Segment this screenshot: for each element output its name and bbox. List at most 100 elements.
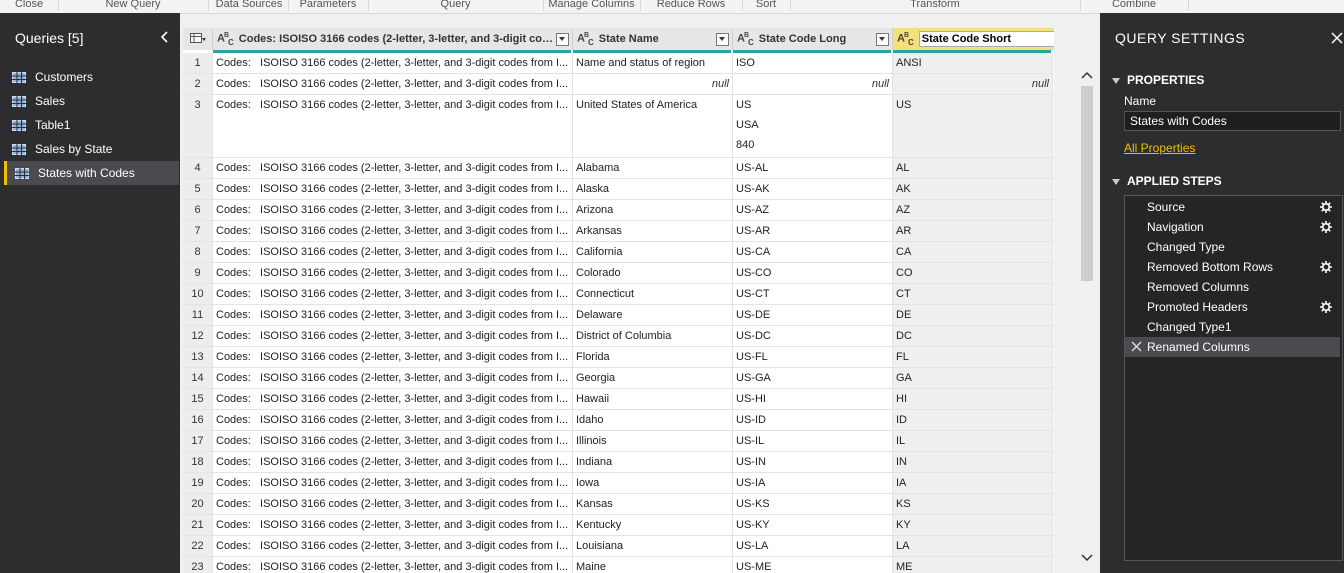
state-code-long-cell[interactable]: US-IL [733, 431, 893, 451]
state-code-long-cell[interactable]: US-DC [733, 326, 893, 346]
type-abc-icon[interactable]: ABC [577, 32, 594, 47]
state-code-long-cell[interactable]: US-DE [733, 305, 893, 325]
row-number-cell[interactable]: 4 [183, 158, 213, 178]
state-code-long-cell[interactable]: US-IN [733, 452, 893, 472]
codes-cell[interactable]: Codes: ISOISO 3166 codes (2-letter, 3-le… [213, 347, 573, 367]
state-code-long-cell[interactable]: US-GA [733, 368, 893, 388]
vertical-scrollbar[interactable] [1078, 66, 1096, 573]
state-code-short-cell[interactable]: AK [893, 179, 1053, 199]
codes-cell[interactable]: Codes: ISOISO 3166 codes (2-letter, 3-le… [213, 410, 573, 430]
state-code-short-cell[interactable]: ANSI [893, 53, 1053, 73]
scroll-down-icon[interactable] [1081, 553, 1093, 563]
state-code-long-cell[interactable]: US-AR [733, 221, 893, 241]
state-name-cell[interactable]: Illinois [573, 431, 733, 451]
codes-cell[interactable]: Codes: ISOISO 3166 codes (2-letter, 3-le… [213, 473, 573, 493]
applied-step[interactable]: Removed Bottom Rows [1125, 257, 1340, 277]
state-name-cell[interactable]: Idaho [573, 410, 733, 430]
applied-step[interactable]: Changed Type1 [1125, 317, 1340, 337]
row-number-cell[interactable]: 10 [183, 284, 213, 304]
state-name-cell[interactable]: Kentucky [573, 515, 733, 535]
codes-cell[interactable]: Codes: ISOISO 3166 codes (2-letter, 3-le… [213, 53, 573, 73]
codes-cell[interactable]: Codes: ISOISO 3166 codes (2-letter, 3-le… [213, 221, 573, 241]
state-code-short-cell[interactable]: LA [893, 536, 1053, 556]
type-abc-icon[interactable]: ABC [217, 32, 234, 47]
table-menu-icon[interactable] [189, 33, 206, 45]
row-number-cell[interactable]: 22 [183, 536, 213, 556]
scrollbar-thumb[interactable] [1081, 86, 1093, 281]
state-name-cell[interactable]: Colorado [573, 263, 733, 283]
state-name-cell[interactable]: Louisiana [573, 536, 733, 556]
state-code-short-cell[interactable]: FL [893, 347, 1053, 367]
column-filter-dropdown[interactable] [876, 32, 889, 46]
state-name-cell[interactable]: Iowa [573, 473, 733, 493]
state-code-long-cell[interactable]: US-CA [733, 242, 893, 262]
state-name-cell[interactable]: Florida [573, 347, 733, 367]
gear-icon[interactable] [1320, 261, 1332, 273]
query-item[interactable]: Sales by State [4, 137, 176, 161]
row-number-cell[interactable]: 14 [183, 368, 213, 388]
delete-step-icon[interactable] [1131, 341, 1142, 352]
state-code-long-cell[interactable]: US-FL [733, 347, 893, 367]
state-code-short-cell[interactable]: DC [893, 326, 1053, 346]
column-filter-dropdown[interactable] [556, 32, 569, 46]
state-code-long-cell[interactable]: US-IA [733, 473, 893, 493]
close-icon[interactable] [1330, 31, 1344, 45]
codes-cell[interactable]: Codes: ISOISO 3166 codes (2-letter, 3-le… [213, 452, 573, 472]
applied-step[interactable]: Promoted Headers [1125, 297, 1340, 317]
codes-cell[interactable]: Codes: ISOISO 3166 codes (2-letter, 3-le… [213, 389, 573, 409]
codes-cell[interactable]: Codes: ISOISO 3166 codes (2-letter, 3-le… [213, 515, 573, 535]
state-name-cell[interactable]: California [573, 242, 733, 262]
row-number-cell[interactable]: 6 [183, 200, 213, 220]
state-name-cell[interactable]: Kansas [573, 494, 733, 514]
state-code-long-cell[interactable]: US-ID [733, 410, 893, 430]
codes-cell[interactable]: Codes: ISOISO 3166 codes (2-letter, 3-le… [213, 263, 573, 283]
codes-cell[interactable]: Codes: ISOISO 3166 codes (2-letter, 3-le… [213, 494, 573, 514]
column-header[interactable]: ABC [893, 28, 1054, 50]
state-name-cell[interactable]: Name and status of region [573, 53, 733, 73]
column-filter-dropdown[interactable] [716, 32, 729, 46]
applied-steps-header[interactable]: APPLIED STEPS [1112, 174, 1222, 188]
row-number-cell[interactable]: 1 [183, 53, 213, 73]
gear-icon[interactable] [1320, 201, 1332, 213]
state-code-long-cell[interactable]: US-AL [733, 158, 893, 178]
state-code-long-cell[interactable]: ISO [733, 53, 893, 73]
codes-cell[interactable]: Codes: ISOISO 3166 codes (2-letter, 3-le… [213, 74, 573, 94]
codes-cell[interactable]: Codes: ISOISO 3166 codes (2-letter, 3-le… [213, 431, 573, 451]
state-code-short-cell[interactable]: IN [893, 452, 1053, 472]
row-number-cell[interactable]: 13 [183, 347, 213, 367]
state-code-long-cell[interactable]: US-HI [733, 389, 893, 409]
column-header[interactable]: ABC State Code Long [733, 28, 893, 50]
row-number-cell[interactable]: 20 [183, 494, 213, 514]
applied-step[interactable]: Changed Type [1125, 237, 1340, 257]
gear-icon[interactable] [1320, 221, 1332, 233]
state-name-cell[interactable]: Delaware [573, 305, 733, 325]
codes-cell[interactable]: Codes: ISOISO 3166 codes (2-letter, 3-le… [213, 179, 573, 199]
state-code-long-cell[interactable]: US-KY [733, 515, 893, 535]
row-number-cell[interactable]: 19 [183, 473, 213, 493]
table-corner-menu[interactable] [183, 28, 213, 50]
row-number-cell[interactable]: 21 [183, 515, 213, 535]
row-number-cell[interactable]: 7 [183, 221, 213, 241]
state-code-short-cell[interactable]: CA [893, 242, 1053, 262]
state-code-long-cell[interactable]: US-CT [733, 284, 893, 304]
column-name-edit-input[interactable] [918, 31, 1054, 47]
row-number-cell[interactable]: 15 [183, 389, 213, 409]
state-code-short-cell[interactable]: AR [893, 221, 1053, 241]
state-name-cell[interactable]: District of Columbia [573, 326, 733, 346]
state-code-short-cell[interactable]: DE [893, 305, 1053, 325]
state-code-short-cell[interactable]: ID [893, 410, 1053, 430]
state-code-short-cell[interactable]: GA [893, 368, 1053, 388]
state-code-short-cell[interactable]: KS [893, 494, 1053, 514]
state-name-cell[interactable]: Maine [573, 557, 733, 573]
state-name-cell[interactable]: Arizona [573, 200, 733, 220]
state-code-short-cell[interactable]: IA [893, 473, 1053, 493]
row-number-cell[interactable]: 3 [183, 95, 213, 157]
codes-cell[interactable]: Codes: ISOISO 3166 codes (2-letter, 3-le… [213, 158, 573, 178]
state-code-long-cell[interactable]: US-ME [733, 557, 893, 573]
row-number-cell[interactable]: 17 [183, 431, 213, 451]
state-name-cell[interactable]: Georgia [573, 368, 733, 388]
gear-icon[interactable] [1320, 301, 1332, 313]
state-code-short-cell[interactable]: HI [893, 389, 1053, 409]
codes-cell[interactable]: Codes: ISOISO 3166 codes (2-letter, 3-le… [213, 368, 573, 388]
applied-step[interactable]: Removed Columns [1125, 277, 1340, 297]
